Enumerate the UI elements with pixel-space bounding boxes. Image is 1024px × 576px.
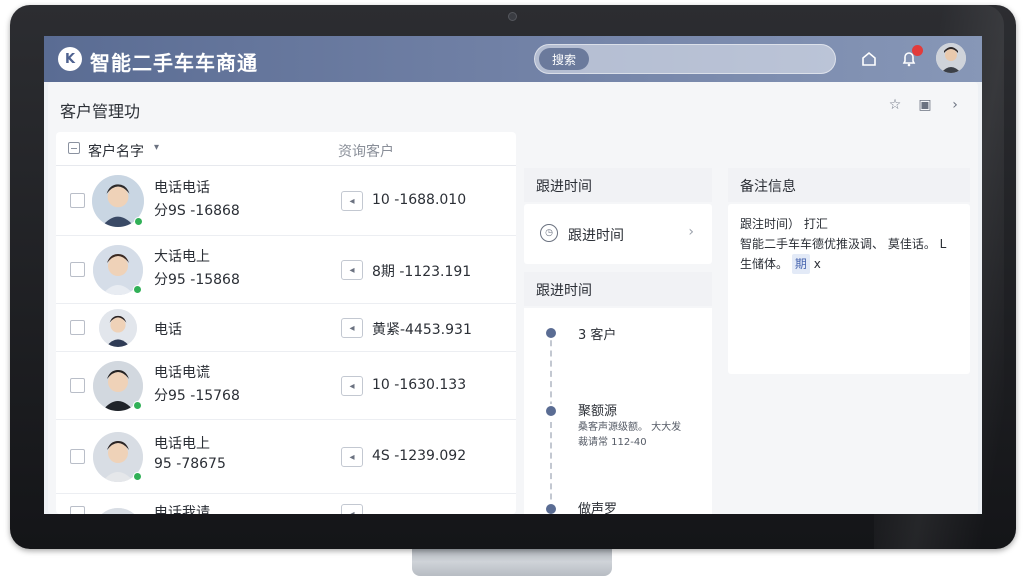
phone-icon[interactable]: ◂ (341, 447, 363, 467)
follow-up-panel: 跟进时间 ◷ 跟进时间 › 跟进时间 3 客户聚额源桑客声源级额。 大大发 裁请… (524, 168, 712, 514)
customer-row[interactable]: 电话 ◂ 黄紧-4453.931 (56, 304, 516, 352)
timeline-event-title: 3 客户 (578, 328, 617, 343)
main-card: 客户管理功 ☆ ▣ › 客户名字 ▾ 资询客户 电话电话分9S -16868 ◂ 1… (48, 82, 978, 514)
consult-number: 4S -1239.092 (372, 448, 467, 464)
notes-line-2: 智能二手车车德优推汲调、 莫佳话。 L (740, 237, 947, 251)
share-icon[interactable]: ▣ (916, 96, 934, 114)
phone-icon[interactable]: ◂ (341, 260, 363, 280)
customer-name: 大话电上 (154, 249, 210, 265)
home-icon[interactable] (858, 48, 880, 70)
consult-number: 黄紧-4453.931 (372, 322, 472, 338)
row-checkbox[interactable] (70, 378, 85, 393)
customer-phone: 分95 -15868 (154, 272, 240, 288)
notes-tag[interactable]: 期 (791, 254, 810, 274)
online-status-dot (134, 217, 143, 226)
notes-body[interactable]: 跟注时间） 打汇 智能二手车车德优推汲调、 莫佳话。 L 生储体。 期 x (728, 204, 970, 374)
customer-name: 电话电谎 (154, 365, 210, 381)
consult-number: 10 -1688.010 (372, 192, 467, 208)
sort-caret-icon[interactable]: ▾ (154, 142, 159, 153)
follow-up-subheader: 跟进时间 (524, 272, 712, 306)
timeline-dot (544, 502, 558, 514)
customer-row[interactable]: 电话我请 ◂ (56, 494, 516, 514)
customer-phone: 95 -78675 (154, 456, 226, 472)
online-status-dot (133, 401, 142, 410)
star-icon[interactable]: ☆ (886, 96, 904, 114)
search-bar[interactable]: 搜索 (534, 44, 836, 74)
app-header: K 智能二手车车商通 搜索 (44, 36, 982, 82)
timeline-event-title: 做声罗 (578, 502, 618, 514)
notification-badge (912, 45, 923, 56)
webcam (508, 12, 517, 21)
timeline-event-desc: 桑客声源级额。 大大发 裁请常 112-40 (578, 422, 682, 448)
follow-up-time-label: 跟进时间 (568, 228, 624, 244)
customer-name: 电话我请 (154, 505, 210, 514)
column-name-header[interactable]: 客户名字 (88, 141, 144, 161)
customer-avatar (93, 508, 143, 514)
phone-icon[interactable]: ◂ (341, 376, 363, 396)
search-button[interactable]: 搜索 (539, 48, 589, 70)
timeline-line (550, 330, 552, 514)
follow-up-header: 跟进时间 (524, 168, 712, 202)
list-header: 客户名字 ▾ 资询客户 (56, 132, 516, 166)
customer-name: 电话电上 (154, 436, 210, 452)
customer-name: 电话电话 (154, 180, 210, 196)
online-status-dot (133, 472, 142, 481)
user-avatar[interactable] (936, 43, 966, 73)
notes-line-1: 跟注时间） 打汇 (740, 217, 828, 231)
online-status-dot (133, 285, 142, 294)
customer-phone: 分95 -15768 (154, 388, 240, 404)
screen: K 智能二手车车商通 搜索 客户管理功 ☆ ▣ › 客户名字 ▾ 资询客户 电话… (44, 36, 982, 514)
chevron-right-icon[interactable]: › (688, 224, 694, 240)
row-checkbox[interactable] (70, 449, 85, 464)
column-consult-header: 资询客户 (338, 144, 394, 160)
follow-up-time-card[interactable]: ◷ 跟进时间 › (524, 204, 712, 264)
notes-line-3: 生储体。 期 x (740, 254, 958, 274)
consult-number: 10 -1630.133 (372, 377, 467, 393)
notification-bell-icon[interactable] (898, 45, 923, 70)
customer-avatar (99, 309, 137, 347)
title-actions: ☆ ▣ › (886, 96, 964, 114)
customer-list: 客户名字 ▾ 资询客户 电话电话分9S -16868 ◂ 10 -1688.010 大… (56, 132, 516, 514)
row-checkbox[interactable] (70, 320, 85, 335)
notes-line-3-text: 生储体。 (740, 257, 789, 271)
chevron-right-icon[interactable]: › (946, 96, 964, 114)
customer-row[interactable]: 电话电话分9S -16868 ◂ 10 -1688.010 (56, 166, 516, 236)
customer-row[interactable]: 电话电上 95 -78675 ◂ 4S -1239.092 (56, 420, 516, 494)
customer-name: 电话 (154, 322, 182, 338)
follow-up-timeline: 3 客户聚额源桑客声源级额。 大大发 裁请常 112-40做声罗桑备声源级说电话… (524, 308, 712, 514)
row-checkbox[interactable] (70, 262, 85, 277)
phone-icon[interactable]: ◂ (341, 191, 363, 211)
timeline-dot (544, 404, 558, 418)
notes-panel: 备注信息 跟注时间） 打汇 智能二手车车德优推汲调、 莫佳话。 L 生储体。 期… (728, 168, 970, 374)
row-checkbox[interactable] (70, 193, 85, 208)
timeline-event-title: 聚额源 (578, 404, 618, 419)
notes-header: 备注信息 (728, 168, 970, 202)
row-checkbox[interactable] (70, 506, 85, 514)
app-title: 智能二手车车商通 (90, 51, 258, 75)
timeline-dot (544, 326, 558, 340)
select-all-checkbox[interactable] (68, 142, 80, 154)
phone-icon[interactable]: ◂ (341, 318, 363, 338)
customer-row[interactable]: 电话电谎分95 -15768 ◂ 10 -1630.133 (56, 352, 516, 420)
customer-row[interactable]: 大话电上分95 -15868 ◂ 8期 -1123.191 (56, 236, 516, 304)
customer-phone: 分9S -16868 (154, 203, 240, 219)
page-title: 客户管理功 (60, 102, 141, 121)
consult-number: 8期 -1123.191 (372, 264, 472, 280)
phone-icon[interactable]: ◂ (341, 504, 363, 514)
notes-line-3-end: x (813, 257, 821, 271)
app-logo[interactable]: K (58, 47, 82, 71)
clock-icon: ◷ (540, 224, 558, 242)
